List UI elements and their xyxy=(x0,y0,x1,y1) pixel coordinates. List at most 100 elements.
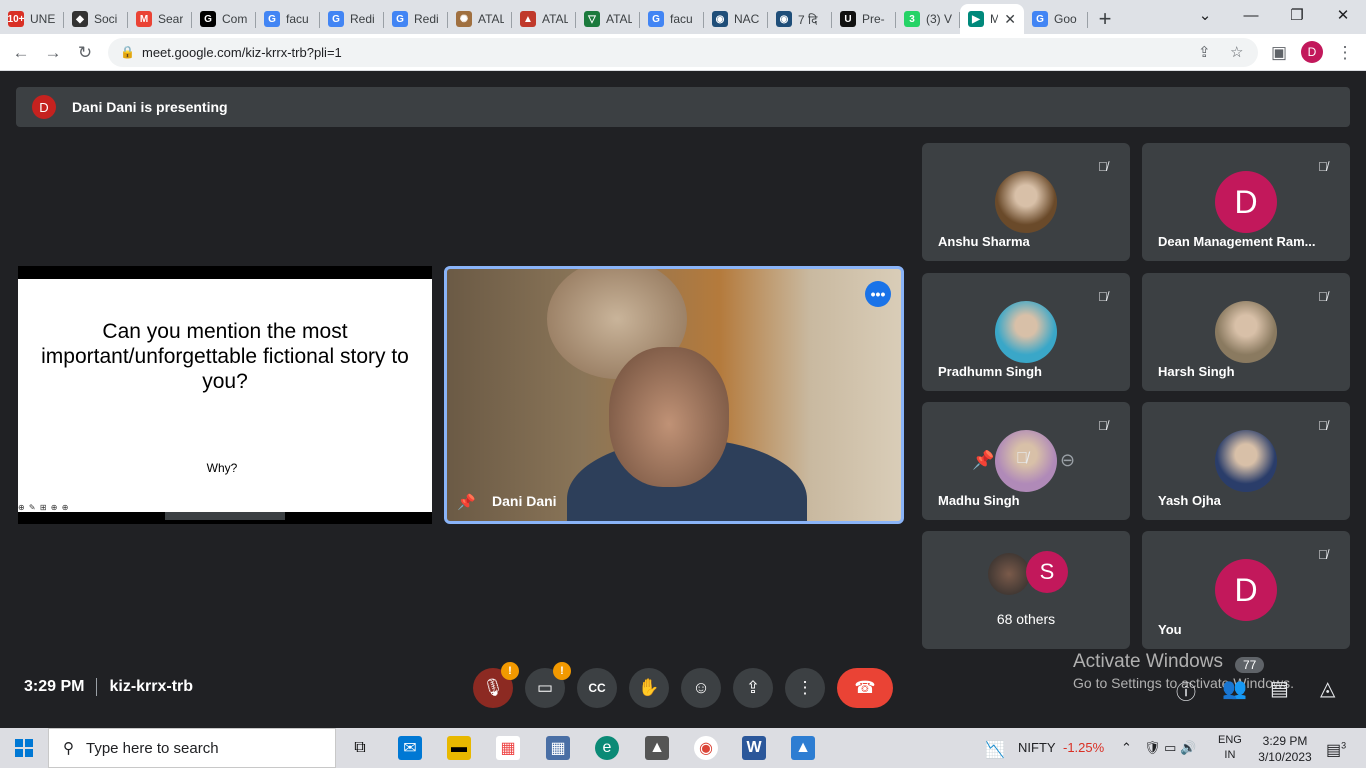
reload-icon[interactable]: ↻ xyxy=(72,40,98,66)
captions-button[interactable]: CC xyxy=(577,668,617,708)
restore-button[interactable]: ❐ xyxy=(1274,0,1320,30)
notification-count: 3 xyxy=(1341,740,1347,751)
browser-tab-active[interactable]: ▶ M ✕ xyxy=(960,4,1024,34)
browser-tab-4[interactable]: Gfacu xyxy=(256,4,320,34)
new-tab-button[interactable]: + xyxy=(1088,4,1122,34)
show-hidden-icon[interactable]: ⌃ xyxy=(1121,740,1132,756)
browser-tab-3[interactable]: G Com xyxy=(192,4,256,34)
chat-icon[interactable]: ▤ xyxy=(1270,676,1289,701)
system-tray-icons[interactable]: 🛡 ▭ 🔊 xyxy=(1144,740,1196,756)
more-options-icon[interactable]: ••• xyxy=(865,281,891,307)
minimize-button[interactable]: — xyxy=(1228,0,1274,30)
tab-favicon-icon: G xyxy=(648,11,664,27)
raise-hand-button[interactable]: ✋ xyxy=(629,668,669,708)
tab-title: Goo xyxy=(1054,12,1077,26)
chrome-menu-icon[interactable]: ⋮ xyxy=(1332,40,1358,66)
self-name: You xyxy=(1158,622,1182,637)
pin-icon[interactable]: 📌 xyxy=(457,493,476,511)
address-bar[interactable]: 🔒 meet.google.com/kiz-krrx-trb?pli=1 ⇪ ☆ xyxy=(108,38,1258,67)
main-speaker-name: Dani Dani xyxy=(492,493,557,509)
profile-avatar[interactable]: D xyxy=(1301,41,1323,63)
back-icon[interactable]: ← xyxy=(8,40,34,66)
app-icon[interactable]: ▲ xyxy=(645,736,669,760)
mail-icon[interactable]: ✉ xyxy=(398,736,422,760)
url-text[interactable]: meet.google.com/kiz-krrx-trb?pli=1 xyxy=(142,45,342,60)
participant-tile[interactable]: 🎙̸ Harsh Singh xyxy=(1142,273,1350,391)
emoji-button[interactable]: ☺ xyxy=(681,668,721,708)
task-view-icon[interactable]: ⧉ xyxy=(348,736,372,760)
word-icon[interactable]: W xyxy=(742,736,766,760)
tab-title: Pre- xyxy=(862,12,885,26)
camera-toggle-button[interactable]: ▭! xyxy=(525,662,571,708)
mute-participant-icon[interactable]: 🎙̸ xyxy=(1016,450,1028,468)
participant-tile[interactable]: 🎙̸ 📌 🎙̸ ⊖ Madhu Singh xyxy=(922,402,1130,520)
browser-tab-13[interactable]: U Pre- xyxy=(832,4,896,34)
browser-tab-6[interactable]: G Redi xyxy=(384,4,448,34)
self-avatar: D xyxy=(1215,559,1277,621)
meeting-details-icon[interactable]: ⓘ xyxy=(1176,676,1196,705)
chrome-icon[interactable]: ◉ xyxy=(694,736,718,760)
browser-tab-5[interactable]: G Redi xyxy=(320,4,384,34)
participant-name: Anshu Sharma xyxy=(938,234,1030,249)
remove-participant-icon[interactable]: ⊖ xyxy=(1060,450,1075,471)
tab-title: Sear xyxy=(158,12,184,26)
browser-tab-14[interactable]: 3 (3) V xyxy=(896,4,960,34)
browser-tab-12[interactable]: ◉ 7 दि xyxy=(768,4,832,34)
participant-name: Madhu Singh xyxy=(938,493,1020,508)
tab-title: ATAL xyxy=(542,12,568,26)
photos-icon[interactable]: ▲ xyxy=(791,736,815,760)
side-panel-icon[interactable]: ▣ xyxy=(1266,40,1292,66)
store-icon[interactable]: ▦ xyxy=(496,736,520,760)
more-options-button[interactable]: ⋮ xyxy=(785,668,825,708)
meeting-code: kiz-krrx-trb xyxy=(109,678,194,695)
notifications-icon[interactable]: ▤3 xyxy=(1326,740,1346,760)
leave-call-button[interactable]: ☎ xyxy=(837,668,893,708)
bookmark-star-icon[interactable]: ☆ xyxy=(1230,43,1243,61)
slide-canvas: Can you mention the most important/unfor… xyxy=(18,279,432,512)
others-tile[interactable]: S 68 others xyxy=(922,531,1130,649)
browser-tab-1[interactable]: ◆ Soci xyxy=(64,4,128,34)
share-icon[interactable]: ⇪ xyxy=(1198,43,1211,61)
mic-off-icon: 🎙̸ xyxy=(1098,289,1108,304)
file-explorer-icon[interactable]: ▬ xyxy=(447,736,471,760)
activities-icon[interactable]: ◬ xyxy=(1320,676,1335,701)
others-avatar-photo xyxy=(988,553,1030,595)
start-button[interactable] xyxy=(0,728,48,768)
tab-search-icon[interactable]: ⌄ xyxy=(1182,0,1228,30)
taskbar-search[interactable]: ⚲ Type here to search xyxy=(48,728,336,768)
forward-icon[interactable]: → xyxy=(40,40,66,66)
clock[interactable]: 3:29 PM 3/10/2023 xyxy=(1255,733,1315,765)
people-icon[interactable]: 👥 xyxy=(1222,676,1247,701)
tab-title: 7 दि xyxy=(798,12,818,27)
edge-icon[interactable]: e xyxy=(595,736,619,760)
browser-tab-2[interactable]: M Sear xyxy=(128,4,192,34)
participant-tile[interactable]: 🎙̸ Yash Ojha xyxy=(1142,402,1350,520)
participant-tile[interactable]: 🎙̸ Pradhumn Singh xyxy=(922,273,1130,391)
close-window-button[interactable]: ✕ xyxy=(1320,0,1366,30)
nifty-label[interactable]: NIFTY xyxy=(1018,740,1056,755)
browser-tab-8[interactable]: ▲ ATAL xyxy=(512,4,576,34)
self-tile[interactable]: 🎙̸ D You xyxy=(1142,531,1350,649)
slide-toolbar: ⊕ ✎ ⊞ ⊕ ⊕ xyxy=(18,503,70,512)
present-screen-button[interactable]: ⇪ xyxy=(733,668,773,708)
tab-close-icon[interactable]: ✕ xyxy=(1004,11,1016,28)
browser-tab-0[interactable]: 10+ UNE xyxy=(0,4,64,34)
calculator-icon[interactable]: ▦ xyxy=(546,736,570,760)
tab-favicon-icon: M xyxy=(136,11,152,27)
participant-tile[interactable]: 🎙̸ D Dean Management Ram... xyxy=(1142,143,1350,261)
browser-tab-last[interactable]: G Goo xyxy=(1024,4,1088,34)
presentation-tile[interactable]: Can you mention the most important/unfor… xyxy=(18,266,432,524)
browser-tab-10[interactable]: Gfacu xyxy=(640,4,704,34)
participant-tile[interactable]: 🎙̸ Anshu Sharma xyxy=(922,143,1130,261)
browser-tab-11[interactable]: ◉ NAC xyxy=(704,4,768,34)
browser-tab-7[interactable]: ✺ ATAL xyxy=(448,4,512,34)
language-code: ENG xyxy=(1218,734,1242,746)
language-indicator[interactable]: ENG IN xyxy=(1218,733,1242,763)
mic-toggle-button[interactable]: 🎙! xyxy=(473,662,519,708)
browser-tab-9[interactable]: ▽ ATAL xyxy=(576,4,640,34)
stocks-icon[interactable]: 📉 xyxy=(985,740,1005,760)
tab-title: Soci xyxy=(94,12,118,26)
mic-off-icon: 🎙̸ xyxy=(1318,547,1328,562)
pin-icon[interactable]: 📌 xyxy=(972,450,994,471)
main-speaker-tile[interactable]: ••• 📌 Dani Dani xyxy=(444,266,904,524)
